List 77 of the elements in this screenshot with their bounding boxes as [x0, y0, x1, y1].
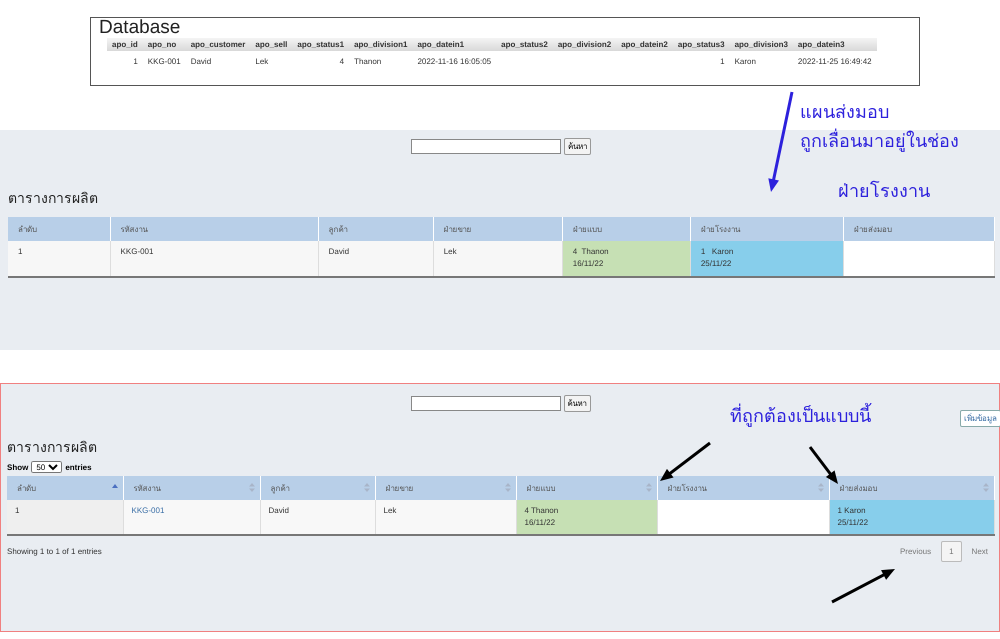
column-header[interactable]: ลำดับ: [7, 476, 123, 500]
sort-icon: [364, 483, 370, 492]
column-header: apo_sell: [250, 38, 292, 51]
entries-select[interactable]: 50: [31, 461, 62, 473]
column-header: apo_division2: [552, 38, 616, 51]
column-header: apo_customer: [186, 38, 250, 51]
table-cell: 2022-11-25 16:49:42: [792, 51, 877, 68]
column-header: apo_division3: [730, 38, 793, 51]
sort-icon: [248, 483, 254, 492]
sort-icon: [818, 483, 824, 492]
column-header: apo_datein3: [792, 38, 877, 51]
column-header: ฝ่ายโรงงาน: [690, 217, 844, 241]
table-cell: 1: [7, 500, 123, 535]
column-header[interactable]: ฝ่ายส่งมอบ: [829, 476, 994, 500]
column-header: ฝ่ายขาย: [433, 217, 562, 241]
column-header[interactable]: รหัสงาน: [123, 476, 260, 500]
arrow-icon: [768, 92, 794, 192]
table-cell: KKG-001: [110, 241, 318, 277]
table-cell: Lek: [433, 241, 562, 277]
column-header: apo_id: [107, 38, 143, 51]
arrow-icon: [660, 442, 711, 481]
page-button[interactable]: 1: [941, 541, 962, 562]
annotation-text: ถูกเลื่อนมาอยู่ในช่อง: [800, 131, 959, 153]
entries-info: Showing 1 to 1 of 1 entries: [7, 547, 102, 556]
sort-icon: [982, 483, 988, 492]
show-label: Show: [7, 462, 28, 472]
search-field[interactable]: [411, 139, 561, 154]
arrow-icon: [808, 446, 838, 484]
table-cell: KKG-001: [142, 51, 186, 68]
column-header: apo_datein2: [616, 38, 673, 51]
column-header: apo_datein1: [412, 38, 496, 51]
column-header: ลำดับ: [8, 217, 110, 241]
search-field[interactable]: [410, 396, 560, 411]
table-cell: Thanon: [349, 51, 412, 68]
table-cell: David: [186, 51, 250, 68]
entries-label: entries: [65, 462, 92, 472]
column-header: apo_division1: [349, 38, 412, 51]
sort-icon: [646, 483, 652, 492]
table-cell: 4 Thanon 16/11/22: [516, 500, 657, 535]
table-cell: 1 Karon 25/11/22: [690, 241, 844, 277]
column-header: apo_status3: [672, 38, 730, 51]
table-cell: 1: [672, 51, 730, 68]
search-button[interactable]: ค้นหา: [564, 395, 590, 412]
table-cell: 1 Karon 25/11/22: [829, 500, 994, 535]
column-header: รหัสงาน: [110, 217, 318, 241]
column-header: ฝ่ายส่งมอบ: [843, 217, 994, 241]
column-header[interactable]: ลูกค้า: [260, 476, 375, 500]
sort-icon: [504, 483, 510, 492]
column-header: apo_status2: [496, 38, 553, 51]
table-cell: 4 Thanon 16/11/22: [562, 241, 690, 277]
database-title: Database: [99, 18, 182, 38]
column-header: apo_no: [142, 38, 186, 51]
annotation-text: ฝ่ายโรงงาน: [838, 181, 930, 203]
table-title: ตารางการผลิต: [8, 189, 98, 208]
column-header[interactable]: ฝ่ายแบบ: [516, 476, 657, 500]
table-cell: Lek: [250, 51, 292, 68]
table-cell: 4: [292, 51, 350, 68]
next-link[interactable]: Next: [972, 547, 988, 556]
column-header[interactable]: ฝ่ายโรงงาน: [657, 476, 829, 500]
table-cell: Lek: [375, 500, 516, 535]
arrow-icon: [831, 569, 895, 604]
column-header: ลูกค้า: [318, 217, 434, 241]
annotation-text: แผนส่งมอบ: [800, 102, 889, 124]
search-button[interactable]: ค้นหา: [564, 138, 591, 155]
table-cell: 2022-11-16 16:05:05: [412, 51, 496, 68]
add-button[interactable]: เพิ่มข้อมูล: [960, 410, 1000, 427]
table-cell: David: [260, 500, 375, 535]
table-cell: 1: [107, 51, 143, 68]
previous-link[interactable]: Previous: [900, 547, 932, 556]
job-code-link[interactable]: KKG-001: [132, 506, 164, 515]
table-cell: Karon: [730, 51, 793, 68]
column-header: ฝ่ายแบบ: [562, 217, 690, 241]
table-title: ตารางการผลิต: [7, 438, 97, 457]
column-header[interactable]: ฝ่ายขาย: [375, 476, 516, 500]
table-cell: 1: [8, 241, 110, 277]
column-header: apo_status1: [292, 38, 350, 51]
table-cell: David: [318, 241, 434, 277]
